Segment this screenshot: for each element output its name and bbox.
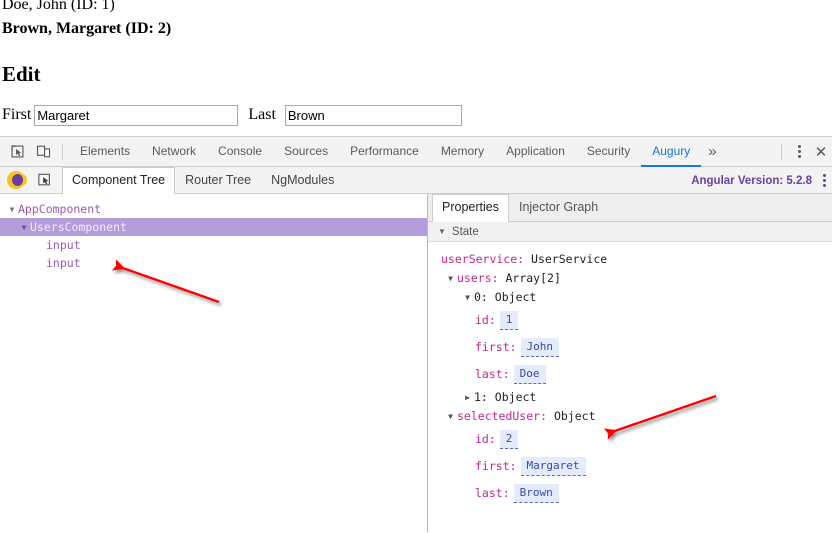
chevron-down-icon[interactable]: ▼ [444, 269, 457, 288]
tree-node-label: AppComponent [18, 202, 102, 216]
tab-console[interactable]: Console [207, 137, 273, 167]
augury-kebab-menu-icon[interactable] [816, 169, 832, 191]
tab-security[interactable]: Security [576, 137, 641, 167]
property-key: 1: [474, 390, 488, 404]
property-row-userservice: userService: UserService [428, 250, 832, 269]
property-row-users-0[interactable]: ▼ 0: Object [428, 288, 832, 307]
close-icon[interactable]: ✕ [810, 139, 832, 165]
tree-node-label: input [46, 256, 81, 270]
property-key: first: [475, 459, 517, 473]
edit-heading: Edit [2, 62, 41, 86]
property-row-users-1[interactable]: ▶ 1: Object [428, 388, 832, 407]
user-list-item-1[interactable]: Doe, John (ID: 1) [2, 0, 115, 14]
tab-component-tree[interactable]: Component Tree [62, 167, 176, 194]
tab-network[interactable]: Network [141, 137, 207, 167]
property-value-editable[interactable]: John [520, 338, 560, 357]
tree-node-input-1[interactable]: input [0, 236, 427, 254]
property-row-selecteduser[interactable]: ▼ selectedUser: Object [428, 407, 832, 426]
property-key: id: [475, 432, 496, 446]
property-key: 0: [474, 290, 488, 304]
properties-tab-list: Properties Injector Graph [428, 194, 832, 222]
tab-properties[interactable]: Properties [432, 194, 509, 222]
property-row-users[interactable]: ▼ users: Array[2] [428, 269, 832, 288]
property-row-selecteduser-last: last: Brown [428, 480, 832, 507]
tree-node-input-2[interactable]: input [0, 254, 427, 272]
toolbar-divider [62, 143, 63, 160]
augury-tab-list: Component Tree Router Tree NgModules [62, 166, 344, 194]
property-value: UserService [531, 252, 608, 266]
devtools-panel: Elements Network Console Sources Perform… [0, 136, 832, 533]
state-section-header[interactable]: ▼ State [428, 222, 832, 242]
state-section-label: State [451, 225, 479, 238]
tab-injector-graph[interactable]: Injector Graph [509, 194, 608, 221]
edit-form: First Last [2, 104, 462, 126]
component-tree-pane: ▼ AppComponent ▼ UsersComponent input in… [0, 194, 428, 532]
chevron-right-icon[interactable]: ▶ [461, 388, 474, 407]
property-value: Object [553, 409, 596, 423]
tab-performance[interactable]: Performance [339, 137, 430, 167]
augury-inspect-icon[interactable] [33, 168, 55, 190]
properties-pane: Properties Injector Graph ▼ State userSe… [428, 194, 832, 532]
property-value-editable[interactable]: Brown [513, 484, 559, 503]
property-value-editable[interactable]: 1 [499, 311, 519, 330]
property-value: Object [494, 390, 537, 404]
augury-toolbar: Component Tree Router Tree NgModules Ang… [0, 167, 832, 194]
property-key: userService: [441, 252, 525, 266]
devtools-body: ▼ AppComponent ▼ UsersComponent input in… [0, 194, 832, 532]
tree-node-label: input [46, 238, 81, 252]
chevron-down-icon[interactable]: ▼ [461, 288, 474, 307]
toolbar-right-group: ✕ [775, 137, 832, 167]
inspect-element-icon[interactable] [4, 139, 30, 165]
property-value-editable[interactable]: Doe [513, 365, 546, 384]
property-value-editable[interactable]: 2 [499, 430, 519, 449]
property-key: first: [475, 340, 517, 354]
screen-root: Doe, John (ID: 1) Brown, Margaret (ID: 2… [0, 0, 832, 533]
chevron-down-icon[interactable]: ▼ [444, 407, 457, 426]
state-properties-list: userService: UserService ▼ users: Array[2… [428, 242, 832, 507]
property-row-users-0-last: last: Doe [428, 361, 832, 388]
property-value: Object [494, 290, 537, 304]
property-row-selecteduser-id: id: 2 [428, 426, 832, 453]
tab-ngmodules[interactable]: NgModules [261, 167, 344, 193]
more-tabs-chevron-icon[interactable]: » [701, 143, 723, 160]
tab-elements[interactable]: Elements [69, 137, 141, 167]
first-name-label: First [2, 106, 32, 123]
augury-moon-logo-icon [7, 171, 25, 189]
tab-router-tree[interactable]: Router Tree [175, 167, 261, 193]
property-value: Array[2] [505, 271, 561, 285]
web-page-content: Doe, John (ID: 1) Brown, Margaret (ID: 2… [0, 0, 832, 136]
angular-version-label: Angular Version: 5.2.8 [691, 175, 812, 187]
property-value-editable[interactable]: Margaret [520, 457, 586, 476]
first-name-input[interactable] [34, 104, 239, 126]
chevron-down-icon[interactable]: ▼ [18, 223, 30, 232]
tab-augury[interactable]: Augury [641, 137, 702, 167]
property-key: last: [475, 486, 510, 500]
last-name-input[interactable] [284, 104, 462, 126]
user-list-item-2-selected[interactable]: Brown, Margaret (ID: 2) [2, 20, 171, 38]
property-row-selecteduser-first: first: Margaret [428, 453, 832, 480]
property-key: last: [475, 367, 510, 381]
device-toolbar-icon[interactable] [30, 139, 56, 165]
property-key: id: [475, 313, 496, 327]
toolbar-divider-right [781, 143, 782, 160]
devtools-toolbar: Elements Network Console Sources Perform… [0, 137, 832, 167]
property-key: users: [457, 271, 499, 285]
tab-memory[interactable]: Memory [430, 137, 495, 167]
property-row-users-0-first: first: John [428, 334, 832, 361]
tree-node-appcomponent[interactable]: ▼ AppComponent [0, 200, 427, 218]
kebab-menu-icon[interactable] [788, 139, 810, 165]
tab-sources[interactable]: Sources [273, 137, 339, 167]
last-name-label: Last [248, 106, 276, 123]
property-row-users-0-id: id: 1 [428, 307, 832, 334]
tab-application[interactable]: Application [495, 137, 576, 167]
devtools-tab-list: Elements Network Console Sources Perform… [69, 137, 702, 167]
chevron-down-icon[interactable]: ▼ [6, 205, 18, 214]
tree-node-userscomponent[interactable]: ▼ UsersComponent [0, 218, 427, 236]
property-key: selectedUser: [457, 409, 548, 423]
chevron-down-icon[interactable]: ▼ [438, 227, 446, 236]
tree-node-label: UsersComponent [30, 220, 127, 234]
